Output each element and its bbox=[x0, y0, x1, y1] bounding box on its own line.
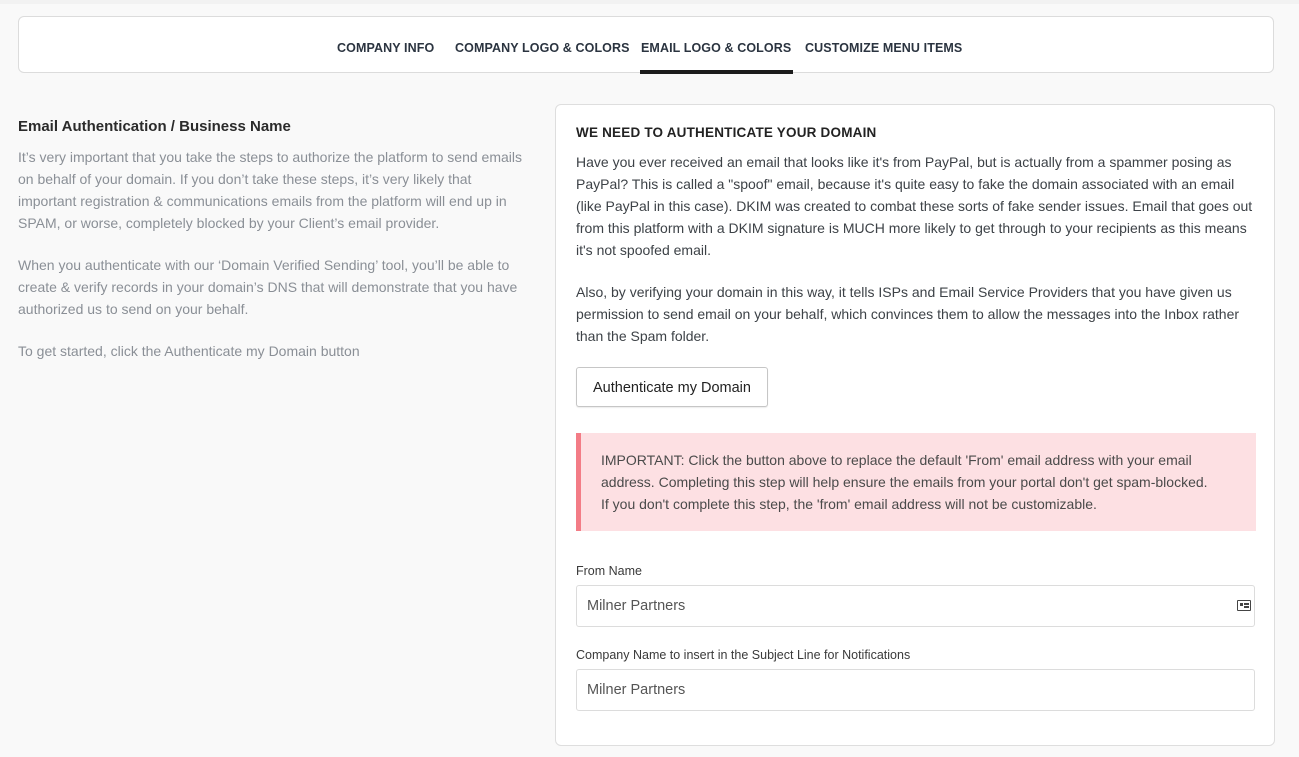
top-strip bbox=[0, 0, 1299, 4]
contact-card-icon[interactable] bbox=[1237, 600, 1251, 611]
authenticate-domain-card: WE NEED TO AUTHENTICATE YOUR DOMAIN Have… bbox=[555, 104, 1275, 746]
tab-email-logo-colors[interactable]: EMAIL LOGO & COLORS bbox=[639, 17, 794, 74]
dns-paragraph: When you authenticate with our ‘Domain V… bbox=[18, 257, 518, 317]
alert-line: IMPORTANT: Click the button above to rep… bbox=[601, 452, 1192, 468]
alert-line: If you don't complete this step, the 'fr… bbox=[601, 496, 1097, 512]
company-subject-label: Company Name to insert in the Subject Li… bbox=[576, 648, 911, 662]
card-title: WE NEED TO AUTHENTICATE YOUR DOMAIN bbox=[576, 125, 877, 140]
isp-explanation: Also, by verifying your domain in this w… bbox=[576, 284, 1240, 344]
from-name-label: From Name bbox=[576, 564, 642, 578]
tab-company-logo-colors[interactable]: COMPANY LOGO & COLORS bbox=[455, 17, 630, 73]
settings-tabbar: COMPANY INFO COMPANY LOGO & COLORS EMAIL… bbox=[18, 16, 1274, 74]
get-started-paragraph: To get started, click the Authenticate m… bbox=[18, 343, 360, 359]
alert-line: address. Completing this step will help … bbox=[601, 474, 1208, 490]
email-auth-intro: Email Authentication / Business Name It’… bbox=[18, 116, 528, 382]
important-alert: IMPORTANT: Click the button above to rep… bbox=[576, 433, 1256, 531]
tab-company-info[interactable]: COMPANY INFO bbox=[337, 17, 434, 73]
company-subject-input[interactable] bbox=[576, 669, 1255, 711]
spoof-explanation: Have you ever received an email that loo… bbox=[576, 154, 1253, 258]
tab-customize-menu-items[interactable]: CUSTOMIZE MENU ITEMS bbox=[805, 17, 962, 73]
intro-paragraph: It’s very important that you take the st… bbox=[18, 149, 522, 231]
section-title: Email Authentication / Business Name bbox=[18, 118, 291, 135]
authenticate-domain-button[interactable]: Authenticate my Domain bbox=[576, 367, 768, 407]
from-name-input[interactable] bbox=[576, 585, 1255, 627]
